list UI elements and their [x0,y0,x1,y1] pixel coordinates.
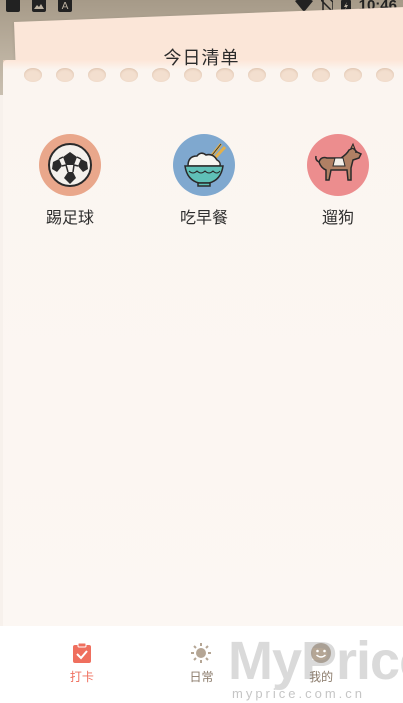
rice-bowl-icon [173,134,235,196]
paper-hole [184,68,202,82]
habit-label: 遛狗 [321,208,354,227]
text-icon: A [58,0,72,12]
paper-hole [24,68,42,82]
habit-label: 吃早餐 [179,208,228,227]
paper-hole [344,68,362,82]
habit-item-soccer[interactable]: 踢足球 [37,134,103,228]
paper-hole [376,68,394,82]
paper-hole [152,68,170,82]
paper-hole [280,68,298,82]
nav-item-mine[interactable]: 我的 [286,642,356,685]
bottom-nav: 打卡 日常 我的 [0,626,403,703]
page-title: 今日清单 [163,48,240,69]
paper-hole [312,68,330,82]
image-icon [32,0,46,12]
paper-holes [24,68,403,86]
svg-text:A: A [62,1,69,12]
nav-label: 打卡 [69,670,94,684]
soccer-ball-icon [39,134,101,196]
app-icon [6,0,20,12]
nav-item-daily[interactable]: 日常 [166,642,236,685]
dog-icon [307,134,369,196]
nav-item-checkin[interactable]: 打卡 [47,642,117,685]
paper-hole [88,68,106,82]
paper-hole [248,68,266,82]
paper-hole [216,68,234,82]
habit-label: 踢足球 [45,208,94,227]
sun-icon [190,642,212,664]
paper-hole [120,68,138,82]
habit-grid: 踢足球 吃早餐 遛狗 [0,134,403,228]
nav-label: 我的 [309,670,334,684]
nav-label: 日常 [189,670,214,684]
habit-item-breakfast[interactable]: 吃早餐 [171,134,237,228]
paper-hole [56,68,74,82]
habit-item-walk-dog[interactable]: 遛狗 [305,134,371,228]
smiley-icon [310,642,332,664]
clipboard-check-icon [71,642,93,664]
